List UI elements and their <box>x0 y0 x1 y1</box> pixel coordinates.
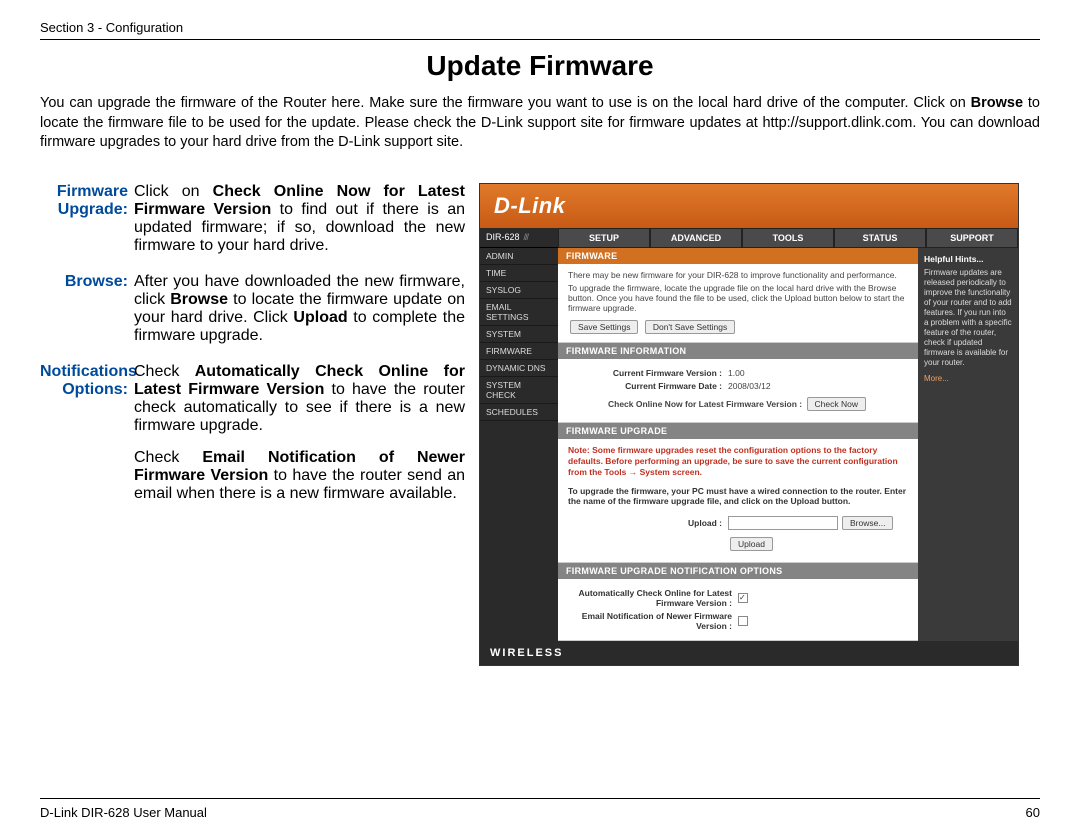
fw-intro1: There may be new firmware for your DIR-6… <box>568 270 908 280</box>
page-title: Update Firmware <box>40 50 1040 82</box>
tab-advanced[interactable]: ADVANCED <box>650 228 742 248</box>
def-text: After you have downloaded the new firmwa… <box>134 273 465 345</box>
footer-left: D-Link DIR-628 User Manual <box>40 805 207 820</box>
def-label-line1: Firmware <box>57 183 128 200</box>
router-main: FIRMWARE There may be new firmware for y… <box>558 248 918 641</box>
def-label: Browse: <box>40 273 134 345</box>
tab-status[interactable]: STATUS <box>834 228 926 248</box>
cur-date-value: 2008/03/12 <box>728 381 771 391</box>
notify-body: Automatically Check Online for Latest Fi… <box>558 579 918 641</box>
sidebar-item-schedules[interactable]: SCHEDULES <box>480 404 558 421</box>
auto-check-label: Automatically Check Online for Latest Fi… <box>568 588 738 608</box>
t-bold: Browse <box>170 291 228 308</box>
email-notify-checkbox[interactable] <box>738 616 748 626</box>
section-firmware-head: FIRMWARE <box>558 248 918 264</box>
fwinfo-body: Current Firmware Version :1.00 Current F… <box>558 359 918 423</box>
router-model: DIR-628 /// <box>480 228 558 248</box>
cur-ver-label: Current Firmware Version : <box>568 368 728 378</box>
page-footer: D-Link DIR-628 User Manual 60 <box>40 798 1040 820</box>
upgrade-instructions: To upgrade the firmware, your PC must ha… <box>568 486 908 506</box>
def-label-line1: Notifications <box>40 363 137 380</box>
section-fwupgrade-head: FIRMWARE UPGRADE <box>558 423 918 439</box>
hints-more-link[interactable]: More... <box>924 374 949 383</box>
router-sidebar: ADMIN TIME SYSLOG EMAIL SETTINGS SYSTEM … <box>480 248 558 641</box>
sidebar-item-ddns[interactable]: DYNAMIC DNS <box>480 360 558 377</box>
check-online-label: Check Online Now for Latest Firmware Ver… <box>608 399 802 409</box>
t: Click on <box>134 183 213 200</box>
wireless-bar: WIRELESS <box>480 641 1018 665</box>
fwupgrade-body: Note: Some firmware upgrades reset the c… <box>558 439 918 563</box>
def-label-line2: Upgrade: <box>58 201 128 218</box>
tab-support[interactable]: SUPPORT <box>926 228 1018 248</box>
hints-body: Firmware updates are released periodical… <box>924 268 1012 368</box>
header-divider <box>40 39 1040 40</box>
sidebar-item-admin[interactable]: ADMIN <box>480 248 558 265</box>
upload-label: Upload : <box>568 518 728 528</box>
router-tabs: SETUP ADVANCED TOOLS STATUS SUPPORT <box>558 228 1018 248</box>
sidebar-item-time[interactable]: TIME <box>480 265 558 282</box>
def-text: Click on Check Online Now for Latest Fir… <box>134 183 465 255</box>
def-browse: Browse: After you have downloaded the ne… <box>40 273 465 345</box>
def-firmware-upgrade: Firmware Upgrade: Click on Check Online … <box>40 183 465 255</box>
cur-date-label: Current Firmware Date : <box>568 381 728 391</box>
router-hints: Helpful Hints... Firmware updates are re… <box>918 248 1018 641</box>
t-bold: Upload <box>293 309 347 326</box>
footer-right: 60 <box>1026 805 1040 820</box>
upgrade-warning: Note: Some firmware upgrades reset the c… <box>568 445 908 478</box>
sidebar-item-syslog[interactable]: SYSLOG <box>480 282 558 299</box>
sidebar-item-syscheck[interactable]: SYSTEM CHECK <box>480 377 558 404</box>
def-label: Notifications Options: <box>40 363 134 503</box>
section-fwinfo-head: FIRMWARE INFORMATION <box>558 343 918 359</box>
tab-tools[interactable]: TOOLS <box>742 228 834 248</box>
auto-check-checkbox[interactable] <box>738 593 748 603</box>
dont-save-settings-button[interactable]: Don't Save Settings <box>645 320 735 334</box>
fw-intro2: To upgrade the firmware, locate the upgr… <box>568 283 908 313</box>
section-notify-head: FIRMWARE UPGRADE NOTIFICATION OPTIONS <box>558 563 918 579</box>
def-label: Firmware Upgrade: <box>40 183 134 255</box>
sidebar-item-email[interactable]: EMAIL SETTINGS <box>480 299 558 326</box>
router-body: ADMIN TIME SYSLOG EMAIL SETTINGS SYSTEM … <box>480 248 1018 641</box>
router-brand-bar: D-Link <box>480 184 1018 228</box>
sidebar-item-firmware[interactable]: FIRMWARE <box>480 343 558 360</box>
def-label-line1: Browse: <box>65 273 128 290</box>
model-slashes: /// <box>524 232 529 242</box>
def-notifications: Notifications Options: Check Automatical… <box>40 363 465 503</box>
intro-a: You can upgrade the firmware of the Rout… <box>40 95 971 111</box>
definitions-column: Firmware Upgrade: Click on Check Online … <box>40 183 465 666</box>
firmware-intro-body: There may be new firmware for your DIR-6… <box>558 264 918 343</box>
check-now-button[interactable]: Check Now <box>807 397 866 411</box>
sidebar-item-system[interactable]: SYSTEM <box>480 326 558 343</box>
browse-button[interactable]: Browse... <box>842 516 893 530</box>
def-label-line2: Options: <box>62 381 128 398</box>
model-text: DIR-628 <box>486 232 520 242</box>
intro-paragraph: You can upgrade the firmware of the Rout… <box>40 94 1040 153</box>
hints-title: Helpful Hints... <box>924 254 1012 265</box>
save-settings-button[interactable]: Save Settings <box>570 320 638 334</box>
content-row: Firmware Upgrade: Click on Check Online … <box>40 183 1040 666</box>
upload-button[interactable]: Upload <box>730 537 773 551</box>
cur-ver-value: 1.00 <box>728 368 745 378</box>
router-screenshot-column: D-Link DIR-628 /// SETUP ADVANCED TOOLS … <box>479 183 1040 666</box>
email-notify-label: Email Notification of Newer Firmware Ver… <box>568 611 738 631</box>
section-header: Section 3 - Configuration <box>40 20 1040 35</box>
router-ui: D-Link DIR-628 /// SETUP ADVANCED TOOLS … <box>479 183 1019 666</box>
upload-file-input[interactable] <box>728 516 838 530</box>
t: Check <box>134 363 195 380</box>
def-text: Check Automatically Check Online for Lat… <box>134 363 465 503</box>
tab-setup[interactable]: SETUP <box>558 228 650 248</box>
intro-browse-bold: Browse <box>971 95 1023 111</box>
t: Check <box>134 449 202 466</box>
